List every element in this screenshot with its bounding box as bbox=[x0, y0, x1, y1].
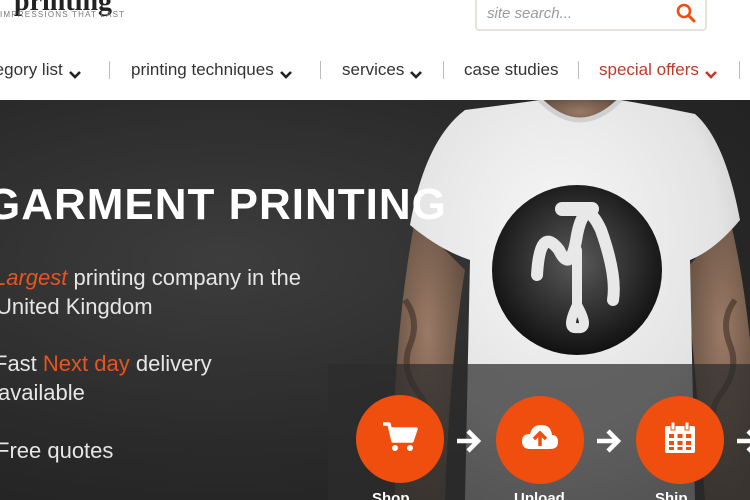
nav-item-label: services bbox=[342, 60, 405, 79]
chevron-down-icon bbox=[68, 65, 82, 79]
nav-item-printing-techniques[interactable]: printing techniques bbox=[131, 54, 293, 86]
arrow-right-icon bbox=[455, 428, 483, 454]
chevron-down-icon bbox=[409, 65, 423, 79]
nav-item-label: special offers bbox=[599, 60, 699, 79]
shopping-cart-icon bbox=[380, 419, 420, 460]
nav-item-label: case studies bbox=[464, 60, 559, 79]
hero-line-delivery: Fast Next day delivery bbox=[0, 351, 212, 377]
nav-divider bbox=[739, 61, 740, 79]
calendar-icon bbox=[662, 420, 698, 461]
site-header: printing impressions that last category … bbox=[0, 0, 750, 100]
hero-text: Fast bbox=[0, 351, 37, 376]
chevron-down-icon bbox=[279, 65, 293, 79]
step-label: Shop bbox=[372, 490, 410, 500]
hero-line-largest: Largest printing company in the bbox=[0, 265, 301, 291]
search-input[interactable] bbox=[487, 1, 667, 25]
cloud-upload-icon bbox=[520, 421, 560, 460]
arrow-right-icon bbox=[595, 428, 623, 454]
step-label: Upload bbox=[514, 490, 565, 500]
hero-text: printing company in the bbox=[67, 265, 301, 290]
hero-line-uk: United Kingdom bbox=[0, 294, 153, 319]
step-ship-button[interactable] bbox=[636, 396, 724, 484]
nav-divider bbox=[443, 61, 444, 79]
nav-item-label: printing techniques bbox=[131, 60, 274, 79]
search-icon[interactable] bbox=[675, 2, 697, 24]
nav-divider bbox=[109, 61, 110, 79]
search-box bbox=[475, 0, 707, 31]
step-upload-button[interactable] bbox=[496, 396, 584, 484]
nav-item-category-list[interactable]: category list bbox=[0, 54, 82, 86]
hero-line-available: available bbox=[0, 380, 85, 405]
step-label: Ship bbox=[655, 490, 688, 500]
step-shop-button[interactable] bbox=[356, 395, 444, 483]
hero-text: delivery bbox=[129, 351, 212, 376]
nav-item-services[interactable]: services bbox=[342, 54, 423, 86]
logo-tagline: impressions that last bbox=[0, 10, 126, 19]
nav-item-special-offers[interactable]: special offers bbox=[599, 54, 718, 86]
nav-item-case-studies[interactable]: case studies bbox=[464, 54, 559, 86]
hero-title: GARMENT PRINTING bbox=[0, 180, 447, 229]
main-nav: category list printing techniques servic… bbox=[0, 54, 750, 86]
arrow-right-icon bbox=[735, 428, 750, 454]
hero-accent-text: Largest bbox=[0, 265, 68, 290]
hero-line-quotes: Free quotes bbox=[0, 438, 114, 463]
nav-item-label: category list bbox=[0, 60, 63, 79]
chevron-down-icon bbox=[704, 65, 718, 79]
nav-divider bbox=[320, 61, 321, 79]
hero-banner: GARMENT PRINTING Largest printing compan… bbox=[0, 100, 750, 500]
hero-accent-text: Next day bbox=[42, 351, 130, 376]
nav-divider bbox=[578, 61, 579, 79]
